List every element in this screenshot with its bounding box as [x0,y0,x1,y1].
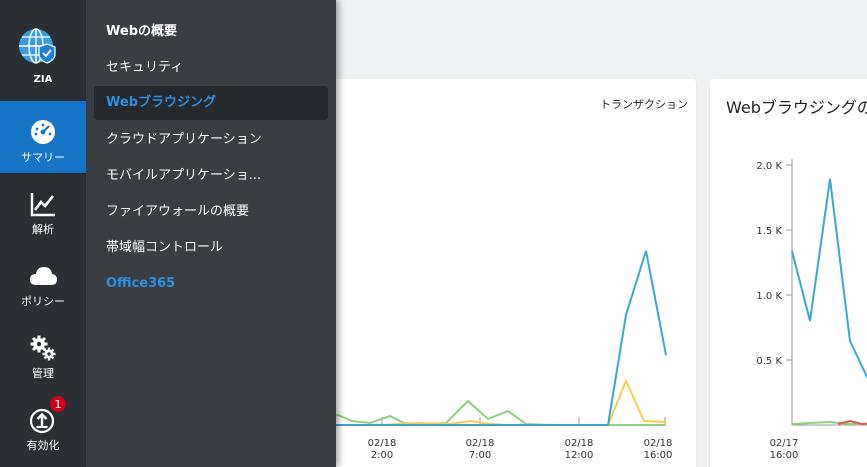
pending-count-badge: 1 [49,395,67,413]
x-tick-label: 2:00 [371,450,393,461]
y-tick-label: 2.0 K [756,161,782,172]
menu-item-mobile-apps[interactable]: モバイルアプリケーショ... [94,159,328,193]
x-tick-label: 02/18 [466,438,495,449]
rail-item-label: サマリー [21,151,65,164]
x-tick-label: 16:00 [770,450,799,461]
menu-item-bandwidth-control[interactable]: 帯域幅コントロール [94,231,328,265]
rail-item-activate[interactable]: 1 有効化 [0,389,86,461]
x-tick-label: 12:00 [565,450,594,461]
series-blue-line [791,178,867,380]
rail-item-summary[interactable]: サマリー [0,101,86,173]
x-tick-label: 02/18 [565,438,594,449]
cloud-icon [30,267,57,285]
icon-rail: ZIA サマリー 解析 ポリシー 管理 1 有効化 [0,0,86,467]
transactions-chart-card: トランザクション 02/18 2:00 02/18 7:00 02/18 12:… [300,79,696,467]
transactions-chart: 02/18 2:00 02/18 7:00 02/18 12:00 02/18 … [300,250,673,461]
rail-item-label: 有効化 [26,439,60,452]
summary-submenu: Webの概要 セキュリティ Webブラウジング クラウドアプリケーション モバイ… [86,0,336,467]
y-tick-label: 1.5 K [756,226,782,237]
menu-item-office365[interactable]: Office365 [94,267,328,301]
y-tick-label: 1.0 K [756,291,782,302]
globe-shield-icon [19,28,56,64]
series-blue-line [320,250,667,426]
rail-item-analytics[interactable]: 解析 [0,173,86,245]
x-tick-label: 16:00 [644,450,673,461]
menu-item-cloud-apps[interactable]: クラウドアプリケーション [94,123,328,157]
x-tick-label: 02/17 [770,438,799,449]
rail-item-policy[interactable]: ポリシー [0,245,86,317]
zia-logo[interactable]: ZIA [0,0,86,100]
gears-icon [30,335,56,361]
rail-item-label: 管理 [32,367,54,380]
rail-item-admin[interactable]: 管理 [0,317,86,389]
rail-item-label: ポリシー [21,295,65,308]
rail-item-label: 解析 [32,223,54,236]
menu-item-web-overview[interactable]: Webの概要 [94,15,328,49]
series-green-line [319,399,666,426]
menu-item-firewall-overview[interactable]: ファイアウォールの概要 [94,195,328,229]
menu-item-security[interactable]: セキュリティ [94,51,328,85]
menu-item-web-browsing[interactable]: Webブラウジング [94,86,328,120]
dashboard-gauge-icon [31,120,55,144]
web-browsing-chart: 2.0 K 1.5 K 1.0 K 0.5 K 02/17 16:00 [756,159,867,461]
x-tick-label: 7:00 [469,450,491,461]
y-tick-label: 0.5 K [756,356,782,367]
x-tick-label: 02/18 [368,438,397,449]
x-tick-label: 02/18 [644,438,673,449]
web-browsing-chart-card: Webブラウジングの 2.0 K 1.5 K 1.0 K 0.5 K 02/17… [710,79,867,467]
line-chart-icon [30,193,55,217]
app-name: ZIA [33,74,53,85]
